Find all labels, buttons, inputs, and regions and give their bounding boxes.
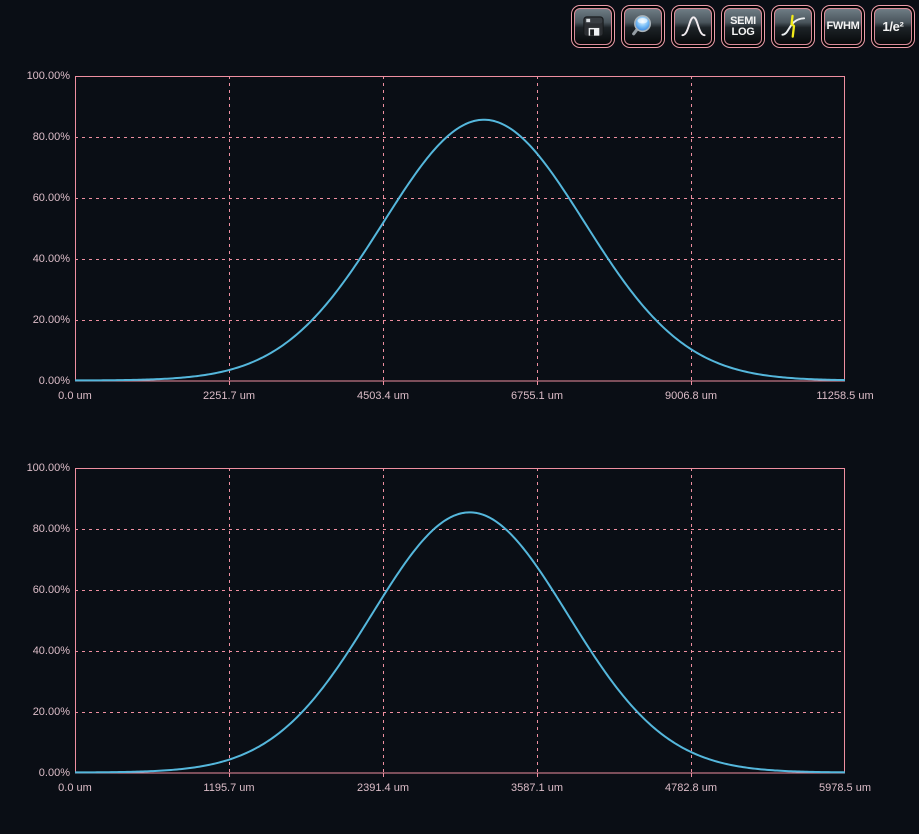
x-axis-tick-label: 11258.5 um xyxy=(795,389,895,403)
y-axis-tick-label: 80.00% xyxy=(0,522,70,536)
semilog-label-line1: SEMI xyxy=(730,16,756,27)
x-axis-tick-label: 9006.8 um xyxy=(641,389,741,403)
y-axis-tick-label: 20.00% xyxy=(0,705,70,719)
x-axis-tick-label: 4782.8 um xyxy=(641,781,741,795)
save-button[interactable] xyxy=(571,5,615,48)
semilog-button-face: SEMI LOG xyxy=(724,8,762,45)
fwhm-label: FWHM xyxy=(826,21,859,32)
gaussian-profile-button[interactable] xyxy=(671,5,715,48)
save-button-face xyxy=(574,8,612,45)
y-axis-tick-label: 60.00% xyxy=(0,583,70,597)
y-axis-tick-label: 60.00% xyxy=(0,191,70,205)
gaussian-button-face xyxy=(674,8,712,45)
x-axis-tick-label: 1195.7 um xyxy=(179,781,279,795)
magnifier-icon xyxy=(630,13,657,40)
x-axis-tick-label: 0.0 um xyxy=(25,389,125,403)
x-axis-tick-label: 0.0 um xyxy=(25,781,125,795)
floppy-disk-icon xyxy=(580,13,607,40)
y-axis-tick-label: 100.00% xyxy=(0,461,70,475)
knife-edge-button[interactable] xyxy=(771,5,815,48)
beam-profile-chart-top: 100.00% 80.00% 60.00% 40.00% 20.00% 0.00%0.0 … xyxy=(0,61,919,406)
plot-border xyxy=(76,76,845,381)
fwhm-button[interactable]: FWHM xyxy=(821,5,865,48)
zoom-button-face xyxy=(624,8,662,45)
fwhm-button-face: FWHM xyxy=(824,8,862,45)
y-axis-tick-label: 80.00% xyxy=(0,130,70,144)
semilog-label-line2: LOG xyxy=(732,27,755,38)
toolbar: SEMI LOG FWHM 1/e² xyxy=(571,5,915,48)
beam-profile-chart-bottom: 100.00% 80.00% 60.00% 40.00% 20.00% 0.00%0.0 … xyxy=(0,453,919,798)
y-axis-tick-label: 40.00% xyxy=(0,252,70,266)
profile-curve xyxy=(75,512,845,772)
y-axis-tick-label: 100.00% xyxy=(0,69,70,83)
inv-e2-label: 1/e² xyxy=(882,20,903,33)
one-over-e-squared-button[interactable]: 1/e² xyxy=(871,5,915,48)
y-axis-tick-label: 20.00% xyxy=(0,313,70,327)
x-axis-tick-label: 4503.4 um xyxy=(333,389,433,403)
x-axis-tick-label: 2391.4 um xyxy=(333,781,433,795)
plot-area[interactable] xyxy=(75,76,845,390)
semilog-button[interactable]: SEMI LOG xyxy=(721,5,765,48)
x-axis-tick-label: 5978.5 um xyxy=(795,781,895,795)
x-axis-tick-label: 2251.7 um xyxy=(179,389,279,403)
inv-e2-button-face: 1/e² xyxy=(874,8,912,45)
gaussian-curve-icon xyxy=(680,13,707,40)
x-axis-tick-label: 3587.1 um xyxy=(487,781,587,795)
y-axis-tick-label: 40.00% xyxy=(0,644,70,658)
y-axis-tick-label: 0.00% xyxy=(0,766,70,780)
knife-edge-button-face xyxy=(774,8,812,45)
y-axis-tick-label: 0.00% xyxy=(0,374,70,388)
profile-curve xyxy=(75,119,845,380)
knife-edge-icon xyxy=(780,13,807,40)
x-axis-tick-label: 6755.1 um xyxy=(487,389,587,403)
zoom-button[interactable] xyxy=(621,5,665,48)
plot-area[interactable] xyxy=(75,468,845,782)
